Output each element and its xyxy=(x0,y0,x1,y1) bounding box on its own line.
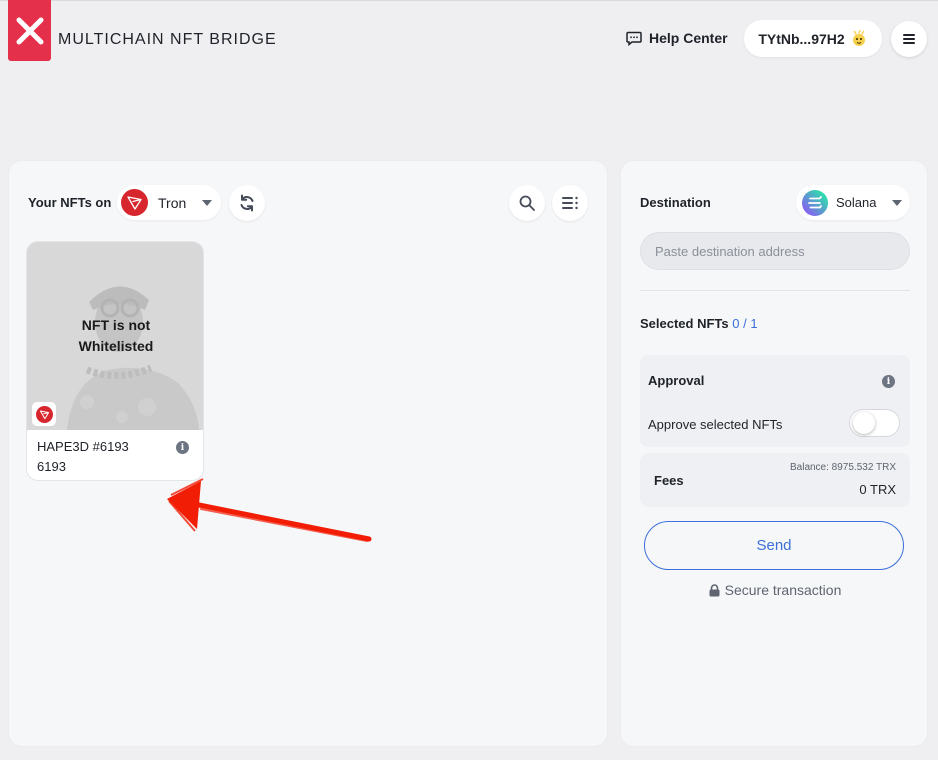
caret-down-icon xyxy=(892,199,903,206)
chat-icon xyxy=(626,31,642,46)
destination-address-input[interactable] xyxy=(640,232,910,270)
search-icon xyxy=(519,195,535,211)
secure-transaction-label: Secure transaction xyxy=(724,582,842,598)
not-whitelisted-label: NFT is not Whitelisted xyxy=(27,315,203,357)
help-center-link[interactable]: Help Center xyxy=(626,30,728,46)
red-arrow-annotation xyxy=(167,478,372,542)
caret-down-icon xyxy=(202,199,213,206)
source-chain-label: Your NFTs on xyxy=(28,195,112,210)
logo-icon[interactable] xyxy=(8,0,51,61)
approve-toggle[interactable] xyxy=(849,409,900,437)
approve-selected-label: Approve selected NFTs xyxy=(648,417,783,432)
approval-title: Approval xyxy=(648,373,705,388)
nft-image: NFT is not Whitelisted xyxy=(27,242,203,430)
nft-chain-badge xyxy=(32,402,56,426)
balance-text: Balance: 8975.532 TRX xyxy=(789,462,896,473)
nft-gallery-panel: Your NFTs on Tron NFT is not Whitelisted… xyxy=(8,160,608,747)
refresh-icon xyxy=(240,194,254,212)
approval-section: Approval i Approve selected NFTs xyxy=(640,355,910,447)
solana-logo-icon xyxy=(802,189,828,216)
toggle-knob xyxy=(853,412,875,434)
fees-section: Fees Balance: 8975.532 TRX 0 TRX xyxy=(640,453,910,507)
selected-nfts-label: Selected NFTs xyxy=(640,316,729,331)
lock-icon xyxy=(709,583,720,596)
source-chain-select[interactable]: Tron xyxy=(117,185,221,220)
approval-info-icon[interactable]: i xyxy=(882,375,895,388)
tron-logo-icon xyxy=(35,405,53,423)
list-view-button[interactable] xyxy=(552,185,588,221)
wallet-avatar-icon xyxy=(852,29,865,46)
nft-card[interactable]: NFT is not Whitelisted HAPE3D #6193 6193… xyxy=(26,241,204,481)
source-chain-name: Tron xyxy=(158,194,187,211)
brand-title: MULTICHAIN NFT BRIDGE xyxy=(58,31,277,48)
tron-logo-icon xyxy=(121,189,148,216)
not-whitelisted-line2: Whitelisted xyxy=(78,338,154,354)
search-button[interactable] xyxy=(509,185,545,221)
destination-panel: Destination Solana Selected NFTs 0 / 1 A… xyxy=(620,160,928,747)
fee-amount: 0 TRX xyxy=(859,482,896,497)
menu-icon xyxy=(903,34,915,44)
top-border xyxy=(0,0,938,1)
nft-token-id: 6193 xyxy=(37,459,66,474)
hamburger-menu-button[interactable] xyxy=(891,21,927,57)
selected-nfts-summary: Selected NFTs 0 / 1 xyxy=(640,316,758,331)
destination-label: Destination xyxy=(640,195,711,210)
refresh-button[interactable] xyxy=(229,185,265,221)
nft-name: HAPE3D #6193 xyxy=(37,439,129,454)
destination-chain-name: Solana xyxy=(836,195,877,210)
wallet-button[interactable]: TYtNb...97H2 xyxy=(744,20,882,57)
not-whitelisted-line1: NFT is not xyxy=(81,317,151,333)
help-center-label: Help Center xyxy=(649,30,728,46)
list-view-icon xyxy=(562,196,578,210)
info-icon[interactable]: i xyxy=(176,441,189,454)
destination-chain-select[interactable]: Solana xyxy=(796,185,910,220)
fees-label: Fees xyxy=(654,473,684,488)
secure-transaction-note: Secure transaction xyxy=(621,582,929,598)
selected-nfts-count: 0 / 1 xyxy=(732,316,758,331)
send-button[interactable]: Send xyxy=(644,521,904,570)
divider xyxy=(640,290,910,291)
wallet-address: TYtNb...97H2 xyxy=(758,30,845,47)
